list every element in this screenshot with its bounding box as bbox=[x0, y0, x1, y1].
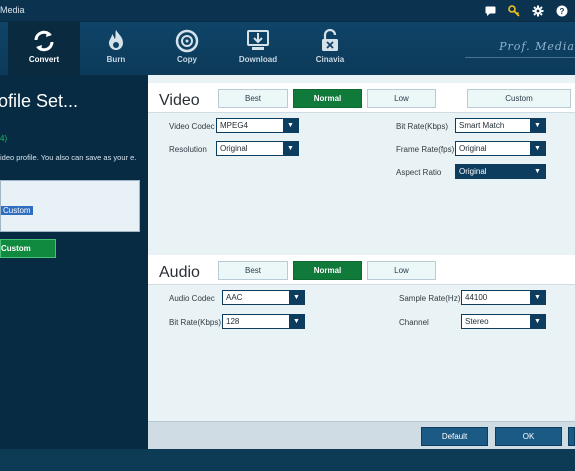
video-codec-select[interactable]: MPEG4 ▼ bbox=[216, 118, 299, 133]
ok-button[interactable]: OK bbox=[495, 427, 562, 446]
svg-text:?: ? bbox=[560, 7, 565, 16]
sample-rate-label: Sample Rate(Hz) bbox=[399, 294, 461, 303]
frame-rate-select[interactable]: Original ▼ bbox=[455, 141, 546, 156]
tab-burn-label: Burn bbox=[106, 55, 126, 64]
gear-icon[interactable] bbox=[531, 4, 545, 18]
main-toolbar: Convert Burn Copy Download Cinavia Prof.… bbox=[0, 22, 575, 75]
video-bitrate-label: Bit Rate(Kbps) bbox=[396, 122, 449, 131]
audio-bitrate-select[interactable]: 128 ▼ bbox=[222, 314, 305, 329]
video-preset-low[interactable]: Low bbox=[367, 89, 436, 108]
aspect-ratio-value: Original bbox=[459, 167, 487, 176]
video-codec-label: Video Codec bbox=[169, 122, 215, 131]
video-section-header: Video Best Normal Low Custom bbox=[148, 83, 575, 113]
video-preset-normal[interactable]: Normal bbox=[293, 89, 362, 108]
video-preset-best[interactable]: Best bbox=[218, 89, 288, 108]
settings-main: Video Best Normal Low Custom Video Codec… bbox=[148, 75, 575, 449]
audio-codec-value: AAC bbox=[226, 293, 243, 302]
chat-icon[interactable] bbox=[483, 4, 497, 18]
aspect-ratio-label: Aspect Ratio bbox=[396, 168, 442, 177]
tab-copy[interactable]: Copy bbox=[151, 22, 223, 75]
audio-preset-low[interactable]: Low bbox=[367, 261, 436, 280]
dialog-footer: Default OK bbox=[148, 421, 575, 449]
panel-description: ideo profile. You also can save as your … bbox=[0, 153, 137, 162]
video-section-title: Video bbox=[159, 92, 200, 109]
audio-preset-best[interactable]: Best bbox=[218, 261, 288, 280]
audio-section-title: Audio bbox=[159, 264, 200, 281]
audio-bitrate-value: 128 bbox=[226, 317, 240, 326]
status-bar bbox=[0, 449, 575, 471]
custom-button[interactable]: Custom bbox=[0, 239, 56, 258]
title-bar: Media ? bbox=[0, 0, 575, 22]
key-icon[interactable] bbox=[507, 4, 521, 18]
selected-profile-name[interactable]: Custom bbox=[1, 206, 33, 215]
audio-codec-select[interactable]: AAC ▼ bbox=[222, 290, 305, 305]
tab-convert[interactable]: Convert bbox=[8, 22, 80, 75]
tab-download-label: Download bbox=[238, 55, 278, 64]
aspect-ratio-select[interactable]: Original ▼ bbox=[455, 164, 546, 179]
frame-rate-label: Frame Rate(fps) bbox=[396, 145, 455, 154]
tab-burn[interactable]: Burn bbox=[80, 22, 152, 75]
tab-download[interactable]: Download bbox=[222, 22, 294, 75]
sample-rate-select[interactable]: 44100 ▼ bbox=[461, 290, 546, 305]
audio-section-header: Audio Best Normal Low bbox=[148, 255, 575, 285]
audio-preset-normal[interactable]: Normal bbox=[293, 261, 362, 280]
audio-codec-label: Audio Codec bbox=[169, 294, 215, 303]
chevron-down-icon: ▼ bbox=[283, 119, 298, 132]
copy-icon bbox=[175, 29, 199, 53]
panel-title: ofile Set... bbox=[0, 91, 79, 111]
help-icon[interactable]: ? bbox=[555, 4, 569, 18]
resolution-value: Original bbox=[220, 144, 248, 153]
cinavia-icon bbox=[322, 29, 338, 51]
chevron-down-icon: ▼ bbox=[289, 291, 304, 304]
video-preset-custom[interactable]: Custom bbox=[467, 89, 571, 108]
default-button[interactable]: Default bbox=[421, 427, 488, 446]
frame-rate-value: Original bbox=[459, 144, 487, 153]
download-icon bbox=[247, 30, 269, 50]
brand-underline bbox=[465, 57, 575, 58]
channel-select[interactable]: Stereo ▼ bbox=[461, 314, 546, 329]
tab-cinavia[interactable]: Cinavia bbox=[294, 22, 366, 75]
convert-icon bbox=[34, 30, 54, 52]
chevron-down-icon: ▼ bbox=[530, 165, 545, 178]
brand-logo: Prof. Media bbox=[499, 40, 575, 53]
video-bitrate-value: Smart Match bbox=[459, 121, 505, 130]
chevron-down-icon: ▼ bbox=[283, 142, 298, 155]
sample-rate-value: 44100 bbox=[465, 293, 488, 302]
resolution-label: Resolution bbox=[169, 145, 207, 154]
cancel-button-partial[interactable] bbox=[568, 427, 575, 446]
tab-convert-label: Convert bbox=[28, 55, 60, 64]
tab-cinavia-label: Cinavia bbox=[315, 55, 345, 64]
video-codec-value: MPEG4 bbox=[220, 121, 249, 130]
chevron-down-icon: ▼ bbox=[530, 142, 545, 155]
profile-settings-panel: ofile Set... 4) ideo profile. You also c… bbox=[0, 75, 148, 449]
video-bitrate-select[interactable]: Smart Match ▼ bbox=[455, 118, 546, 133]
resolution-select[interactable]: Original ▼ bbox=[216, 141, 299, 156]
audio-bitrate-label: Bit Rate(Kbps) bbox=[169, 318, 222, 327]
chevron-down-icon: ▼ bbox=[530, 291, 545, 304]
profile-name-box[interactable]: Custom bbox=[0, 180, 140, 232]
burn-icon bbox=[109, 30, 123, 50]
tab-copy-label: Copy bbox=[177, 55, 197, 64]
chevron-down-icon: ▼ bbox=[530, 315, 545, 328]
chevron-down-icon: ▼ bbox=[530, 119, 545, 132]
channel-label: Channel bbox=[399, 318, 429, 327]
profile-count: 4) bbox=[0, 134, 8, 143]
chevron-down-icon: ▼ bbox=[289, 315, 304, 328]
channel-value: Stereo bbox=[465, 317, 489, 326]
window-title: Media bbox=[0, 5, 25, 15]
